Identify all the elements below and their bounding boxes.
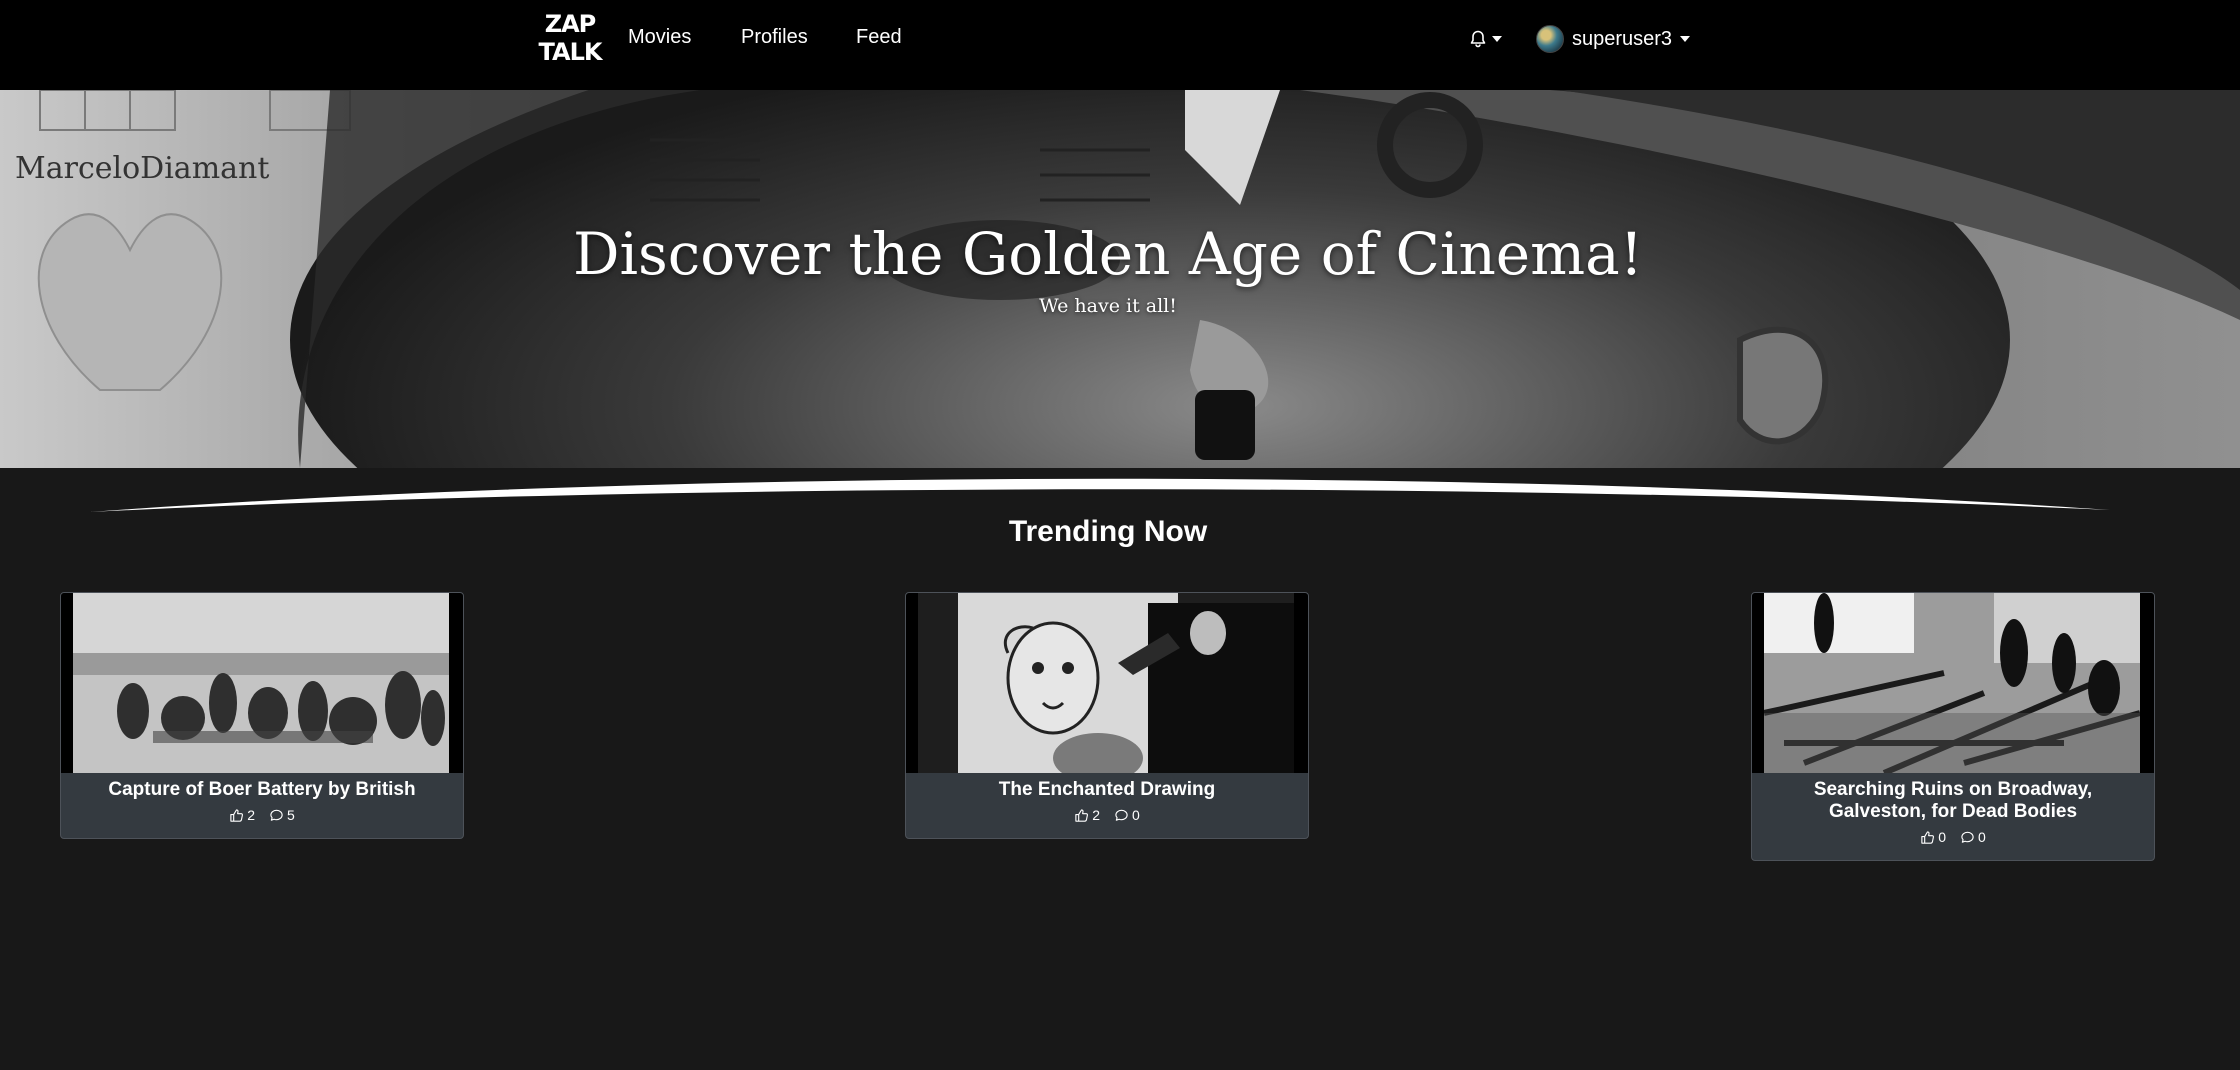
logo-text-top: ZAP bbox=[544, 10, 597, 38]
comment-icon bbox=[270, 809, 283, 821]
nav-link-profiles[interactable]: Profiles bbox=[741, 26, 808, 49]
thumbs-up-icon bbox=[230, 808, 244, 822]
hero-subtitle: We have it all! bbox=[1039, 295, 1177, 317]
section-title-trending: Trending Now bbox=[1008, 515, 1208, 548]
likes-stat[interactable]: 0 bbox=[1920, 829, 1946, 845]
movie-thumbnail[interactable] bbox=[1752, 593, 2154, 773]
decorative-swoosh bbox=[90, 478, 2110, 512]
movie-title[interactable]: Capture of Boer Battery by British bbox=[61, 773, 463, 801]
svg-text:MarceloDiamant: MarceloDiamant bbox=[15, 151, 269, 186]
navbar: ZAP TALK Movies Profiles Feed superuser3 bbox=[0, 0, 2240, 90]
movie-stats: 2 5 bbox=[61, 807, 463, 823]
comments-stat[interactable]: 0 bbox=[1114, 807, 1140, 823]
movie-title[interactable]: The Enchanted Drawing bbox=[906, 773, 1308, 801]
user-menu-dropdown[interactable]: superuser3 bbox=[1536, 24, 1691, 54]
movie-thumbnail[interactable] bbox=[906, 593, 1308, 773]
comments-count: 0 bbox=[1132, 807, 1140, 823]
thumbnail-image bbox=[1764, 593, 2140, 773]
movie-card[interactable]: Capture of Boer Battery by British 2 5 bbox=[60, 592, 464, 839]
nav-link-feed[interactable]: Feed bbox=[856, 26, 902, 49]
movie-stats: 2 0 bbox=[906, 807, 1308, 823]
avatar bbox=[1536, 25, 1564, 53]
navbar-inner: ZAP TALK Movies Profiles Feed superuser3 bbox=[539, 0, 1691, 90]
comment-icon bbox=[1961, 831, 1974, 843]
movie-card[interactable]: Searching Ruins on Broadway, Galveston, … bbox=[1751, 592, 2155, 861]
comment-icon bbox=[1115, 809, 1128, 821]
zaptalk-logo[interactable]: ZAP TALK bbox=[539, 10, 603, 64]
comments-stat[interactable]: 5 bbox=[269, 807, 295, 823]
likes-count: 2 bbox=[247, 807, 255, 823]
movie-card[interactable]: The Enchanted Drawing 2 0 bbox=[905, 592, 1309, 839]
likes-stat[interactable]: 2 bbox=[1074, 807, 1100, 823]
movie-title[interactable]: Searching Ruins on Broadway, Galveston, … bbox=[1752, 773, 2154, 823]
caret-down-icon bbox=[1680, 36, 1691, 42]
movie-thumbnail[interactable] bbox=[61, 593, 463, 773]
notifications-dropdown[interactable] bbox=[1468, 26, 1504, 52]
likes-stat[interactable]: 2 bbox=[229, 807, 255, 823]
comments-count: 0 bbox=[1978, 829, 1986, 845]
logo-text-bottom: TALK bbox=[538, 38, 603, 66]
comments-stat[interactable]: 0 bbox=[1960, 829, 1986, 845]
bell-icon bbox=[1470, 30, 1486, 48]
movie-stats: 0 0 bbox=[1752, 829, 2154, 845]
thumbnail-image bbox=[73, 593, 449, 773]
caret-down-icon bbox=[1492, 36, 1502, 42]
likes-count: 0 bbox=[1938, 829, 1946, 845]
username-label: superuser3 bbox=[1572, 27, 1673, 50]
thumbs-up-icon bbox=[1075, 808, 1089, 822]
thumbs-up-icon bbox=[1921, 830, 1935, 844]
nav-link-movies[interactable]: Movies bbox=[628, 26, 691, 49]
thumbnail-image bbox=[918, 593, 1294, 773]
hero-title: Discover the Golden Age of Cinema! bbox=[572, 220, 1644, 288]
hero-banner: MarceloDiamant Discover the Golden Age o… bbox=[0, 90, 2240, 468]
comments-count: 5 bbox=[287, 807, 295, 823]
likes-count: 2 bbox=[1092, 807, 1100, 823]
